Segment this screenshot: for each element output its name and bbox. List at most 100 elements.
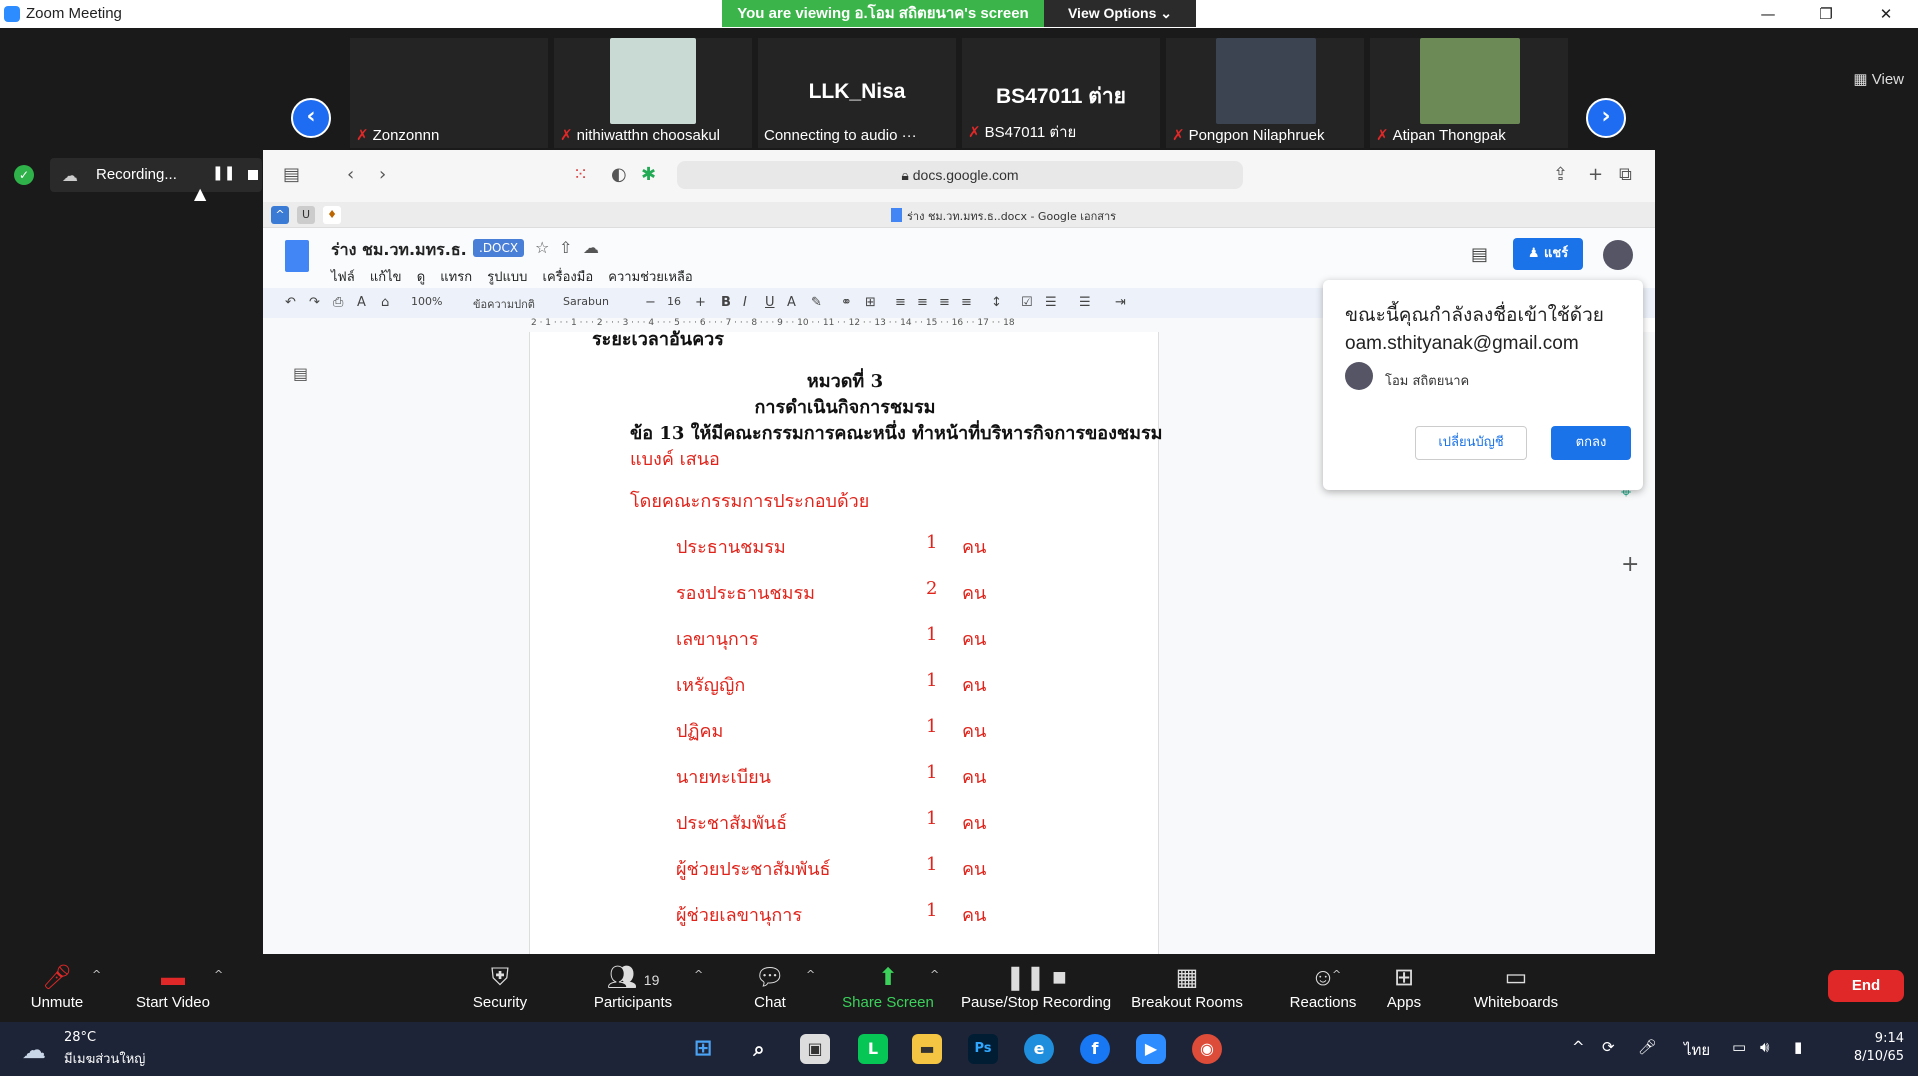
tab-title[interactable]: ร่าง ชม.วท.มทร.ธ..docx - Google เอกสาร: [907, 207, 1116, 225]
gallery-next-arrow-icon[interactable]: ›: [1586, 98, 1626, 138]
menu-help[interactable]: ความช่วยเหลือ: [608, 270, 692, 285]
close-button[interactable]: ✕: [1866, 2, 1906, 26]
chrome-icon[interactable]: ◉: [1192, 1034, 1222, 1064]
audio-options-caret-icon[interactable]: ^: [92, 968, 101, 981]
facebook-icon[interactable]: f: [1080, 1034, 1110, 1064]
paint-format-icon[interactable]: ⌂: [381, 295, 389, 310]
task-view-icon[interactable]: ▣: [800, 1034, 830, 1064]
language-indicator[interactable]: ไทย: [1684, 1038, 1710, 1062]
photoshop-icon[interactable]: Ps: [968, 1034, 998, 1064]
avatar[interactable]: [1603, 240, 1633, 270]
volume-icon[interactable]: 🔊︎: [1760, 1038, 1769, 1056]
outline-icon[interactable]: ▤: [293, 364, 308, 383]
pause-recording-icon[interactable]: ❚❚: [212, 165, 235, 181]
zoom-taskbar-icon[interactable]: ▶: [1136, 1034, 1166, 1064]
align-right-icon[interactable]: ≡: [939, 295, 950, 310]
breakout-rooms-button[interactable]: ▦ Breakout Rooms: [1130, 962, 1244, 1011]
highlight-icon[interactable]: ✎: [811, 295, 822, 310]
pause-stop-recording-button[interactable]: ❚❚ ■ Pause/Stop Recording: [960, 962, 1112, 1011]
comment-icon[interactable]: ▤: [1471, 244, 1488, 265]
apps-grid-icon[interactable]: ⁙: [573, 164, 588, 185]
favorite-icon[interactable]: ^: [271, 206, 289, 224]
participants-caret-icon[interactable]: ^: [694, 968, 703, 981]
security-button[interactable]: ⛨ Security: [470, 962, 530, 1011]
participant-tile[interactable]: BS47011 ต่าย ✗ BS47011 ต่าย: [962, 38, 1160, 148]
font-size-input[interactable]: 16: [667, 295, 681, 308]
view-button[interactable]: ▦ View: [1853, 70, 1904, 88]
zoom-select[interactable]: 100%: [411, 295, 442, 308]
style-select[interactable]: ข้อความปกติ: [473, 295, 535, 313]
back-icon[interactable]: ‹: [347, 164, 354, 185]
edge-icon[interactable]: e: [1024, 1034, 1054, 1064]
share-button[interactable]: ♟ แชร์: [1513, 238, 1583, 270]
sync-icon[interactable]: ⟳: [1602, 1038, 1615, 1056]
reactions-button[interactable]: ☺ Reactions: [1288, 962, 1358, 1011]
favorite-icon[interactable]: ♦: [323, 206, 341, 224]
menu-file[interactable]: ไฟล์: [331, 270, 355, 285]
gallery-prev-arrow-icon[interactable]: ‹: [291, 98, 331, 138]
menu-view[interactable]: ดู: [417, 270, 425, 285]
whiteboards-button[interactable]: ▭ Whiteboards: [1470, 962, 1562, 1011]
cloud-status-icon[interactable]: ☁: [583, 238, 599, 257]
maximize-button[interactable]: ❐: [1806, 2, 1846, 26]
participants-button[interactable]: 👥︎ 19 Participants: [586, 962, 680, 1011]
chat-button[interactable]: 💬︎ Chat: [750, 962, 790, 1011]
forward-icon[interactable]: ›: [379, 164, 386, 185]
participant-tile[interactable]: ✗ Zonzonnn: [350, 38, 548, 148]
network-icon[interactable]: ▭: [1732, 1038, 1746, 1056]
bold-icon[interactable]: B: [721, 295, 731, 310]
view-options-button[interactable]: View Options ⌄: [1044, 0, 1196, 27]
tray-chevron-icon[interactable]: ^: [1572, 1038, 1585, 1056]
minimize-button[interactable]: —: [1748, 2, 1788, 26]
participant-tile[interactable]: ✗ nithiwatthn choosakul: [554, 38, 752, 148]
windows-start-icon[interactable]: ⊞: [688, 1034, 718, 1064]
mic-tray-icon[interactable]: 🎤︎: [1638, 1038, 1657, 1056]
unmute-button[interactable]: 🎤︎ Unmute: [22, 962, 92, 1011]
move-icon[interactable]: ⇧: [559, 238, 572, 257]
file-explorer-icon[interactable]: ▬: [912, 1034, 942, 1064]
search-icon[interactable]: ⌕: [744, 1034, 774, 1064]
document-page[interactable]: ระยะเวลาอันควร หมวดที่ 3 การดำเนินกิจการ…: [529, 329, 1163, 954]
document-title[interactable]: ร่าง ชม.วท.มทร.ธ.: [331, 238, 467, 263]
share-page-icon[interactable]: ⇪: [1553, 164, 1568, 185]
new-tab-icon[interactable]: +: [1588, 164, 1603, 185]
italic-icon[interactable]: I: [743, 295, 747, 310]
menu-tools[interactable]: เครื่องมือ: [543, 270, 594, 285]
menu-edit[interactable]: แก้ไข: [370, 270, 402, 285]
reactions-caret-icon[interactable]: ^: [1332, 968, 1341, 981]
participant-tile[interactable]: ✗ Pongpon Nilaphruek: [1166, 38, 1364, 148]
spellcheck-icon[interactable]: A: [357, 295, 366, 310]
chat-caret-icon[interactable]: ^: [806, 968, 815, 981]
text-color-icon[interactable]: A: [787, 295, 796, 310]
add-addon-icon[interactable]: +: [1621, 552, 1639, 577]
menu-insert[interactable]: แทรก: [440, 270, 472, 285]
star-icon[interactable]: ☆: [535, 238, 549, 257]
end-button[interactable]: End: [1828, 970, 1904, 1002]
add-comment-icon[interactable]: ⊞: [865, 295, 876, 310]
checklist-icon[interactable]: ☑: [1021, 295, 1033, 310]
bullet-list-icon[interactable]: ☰: [1045, 295, 1057, 310]
clock[interactable]: 9:14 8/10/65: [1840, 1030, 1904, 1066]
switch-account-button[interactable]: เปลี่ยนบัญชี: [1415, 426, 1527, 460]
favorite-icon[interactable]: U: [297, 206, 315, 224]
ok-button[interactable]: ตกลง: [1551, 426, 1631, 460]
privacy-shield-icon[interactable]: ◐: [611, 164, 627, 185]
font-select[interactable]: Sarabun: [563, 295, 609, 308]
sidebar-toggle-icon[interactable]: ▤: [283, 164, 300, 185]
link-icon[interactable]: ⚭: [841, 295, 852, 310]
extension-icon[interactable]: ✱: [641, 164, 656, 185]
video-options-caret-icon[interactable]: ^: [214, 968, 223, 981]
tabs-overview-icon[interactable]: ⧉: [1619, 164, 1632, 185]
participant-tile[interactable]: ✗ Atipan Thongpak: [1370, 38, 1568, 148]
decrease-size-icon[interactable]: −: [645, 295, 656, 310]
participant-tile[interactable]: LLK_Nisa Connecting to audio ···: [758, 38, 956, 148]
numbered-list-icon[interactable]: ☰: [1079, 295, 1091, 310]
docs-logo-icon[interactable]: [285, 240, 309, 272]
undo-icon[interactable]: ↶: [285, 295, 296, 310]
justify-icon[interactable]: ≡: [961, 295, 972, 310]
increase-size-icon[interactable]: +: [695, 295, 706, 310]
apps-button[interactable]: ⊞ Apps: [1384, 962, 1424, 1011]
redo-icon[interactable]: ↷: [309, 295, 320, 310]
line-spacing-icon[interactable]: ↕: [991, 295, 1002, 310]
print-icon[interactable]: ⎙: [333, 295, 343, 310]
